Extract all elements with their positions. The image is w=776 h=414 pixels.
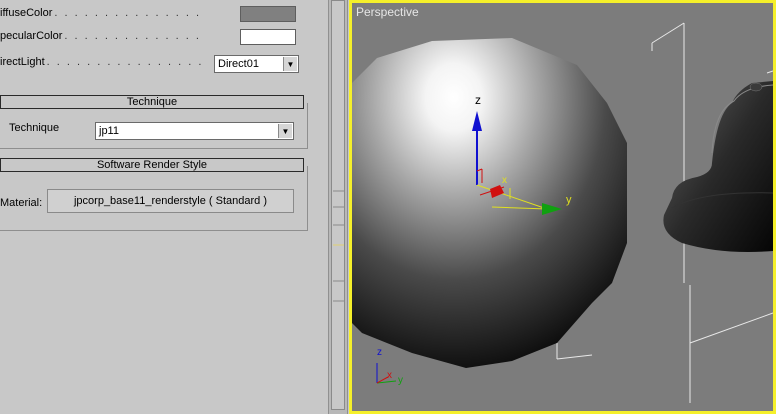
gizmo-x-label: x <box>502 175 507 186</box>
gizmo-z-label: z <box>475 93 481 107</box>
param-label-text: pecularColor <box>0 30 63 42</box>
specular-color-swatch[interactable] <box>240 29 296 45</box>
param-dots: . . . . . . . . . . . . . . . . . . . . … <box>54 7 205 19</box>
param-dots: . . . . . . . . . . . . . . . . . . . . … <box>46 56 205 68</box>
world-axis-tripod: z y x <box>376 347 403 386</box>
scrollbar-grip <box>333 190 344 302</box>
dropdown-value: Direct01 <box>218 58 259 70</box>
param-label: irectLight. . . . . . . . . . . . . . . … <box>0 56 205 68</box>
axis-x-label: x <box>387 370 392 381</box>
teapot-mesh[interactable] <box>663 81 773 252</box>
technique-group-border <box>0 103 308 149</box>
param-diffuse-color: iffuseColor. . . . . . . . . . . . . . .… <box>0 4 310 24</box>
param-dots: . . . . . . . . . . . . . . . . . . . . … <box>64 30 205 42</box>
direct-light-dropdown[interactable]: Direct01 ▼ <box>214 55 299 73</box>
param-specular-color: pecularColor. . . . . . . . . . . . . . … <box>0 27 310 47</box>
viewport-scene[interactable]: z y x z y x <box>352 3 773 411</box>
param-label: iffuseColor. . . . . . . . . . . . . . .… <box>0 7 205 19</box>
perspective-viewport[interactable]: z y x z y x Perspective <box>349 0 776 414</box>
viewport-label[interactable]: Perspective <box>356 5 419 19</box>
gizmo-y-label: y <box>566 194 572 206</box>
diffuse-color-swatch[interactable] <box>240 6 296 22</box>
sphere-mesh[interactable] <box>352 38 627 368</box>
panel-scrollbar[interactable] <box>328 0 348 414</box>
scrollbar-thumb[interactable] <box>331 0 345 410</box>
axis-z-label: z <box>377 347 382 358</box>
param-label: pecularColor. . . . . . . . . . . . . . … <box>0 30 205 42</box>
param-label-text: iffuseColor <box>0 7 53 19</box>
axis-y-label: y <box>398 375 403 386</box>
param-label-text: irectLight <box>0 56 45 68</box>
render-style-group-border <box>0 166 308 231</box>
properties-panel: iffuseColor. . . . . . . . . . . . . . .… <box>0 0 328 414</box>
chevron-down-icon[interactable]: ▼ <box>283 57 297 71</box>
